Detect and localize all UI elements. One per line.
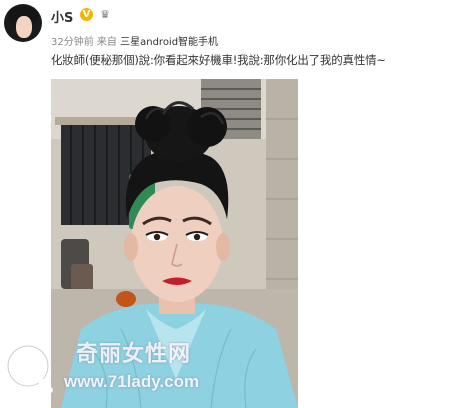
post-source[interactable]: 三星android智能手机 <box>120 37 218 48</box>
user-name[interactable]: 小S <box>51 7 73 26</box>
from-label: 来自 <box>96 37 117 48</box>
verified-badge-icon: V <box>80 8 93 21</box>
watermark-logo-icon <box>5 343 53 393</box>
crown-icon: ♛ <box>100 8 110 21</box>
avatar[interactable] <box>4 4 42 42</box>
post-time[interactable]: 32分钟前 <box>51 37 94 48</box>
watermark-url: www.71lady.com <box>64 372 200 391</box>
post-text: 化妝師(便秘那個)說:你看起來好機車!我說:那你化出了我的真性情~ <box>51 53 386 67</box>
post-meta: 32分钟前 来自 三星android智能手机 <box>51 33 218 48</box>
watermark-site-name: 奇丽女性网 <box>76 341 192 367</box>
avatar-face <box>16 16 32 38</box>
